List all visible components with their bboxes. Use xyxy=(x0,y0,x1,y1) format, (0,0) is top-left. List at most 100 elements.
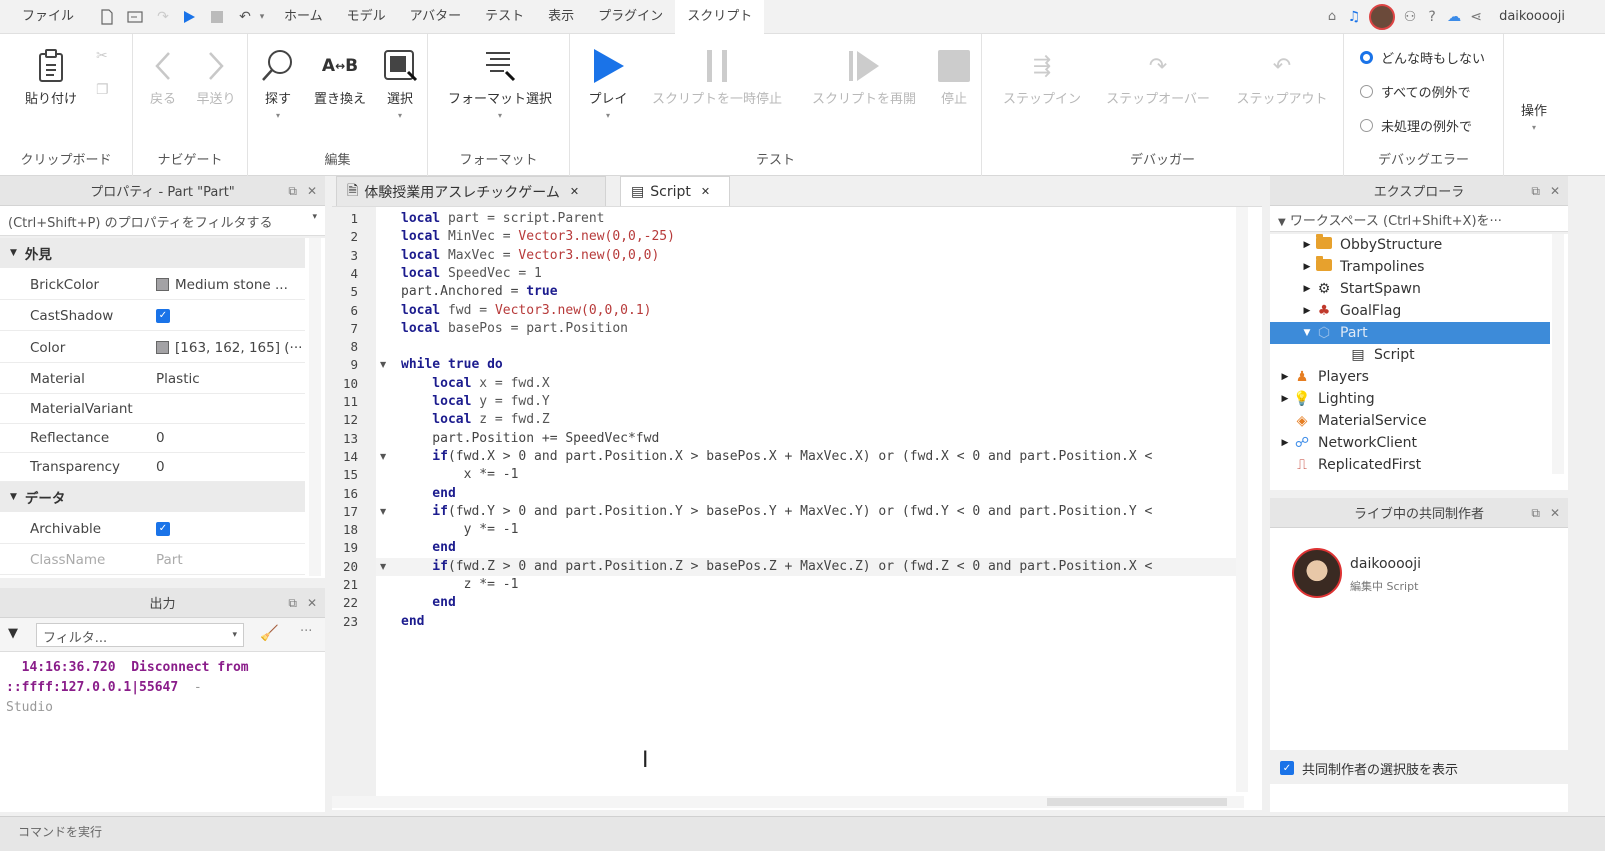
help-icon[interactable]: ? xyxy=(1421,6,1443,28)
close-icon[interactable]: ✕ xyxy=(570,185,579,198)
code-line[interactable]: local MinVec = Vector3.new(0,0,-25) xyxy=(401,228,675,246)
scroll-thumb[interactable] xyxy=(1047,798,1227,806)
editor-hscrollbar[interactable] xyxy=(332,796,1244,808)
fold-icon[interactable]: ▼ xyxy=(380,503,386,521)
code-line[interactable]: local part = script.Parent xyxy=(401,210,605,228)
code-line[interactable]: y *= -1 xyxy=(401,521,519,539)
code-line[interactable]: local z = fwd.Z xyxy=(401,411,549,429)
find-button[interactable]: 探す ▾ xyxy=(258,44,298,120)
cloud-icon[interactable]: ☁ xyxy=(1443,6,1465,28)
close-icon[interactable]: ✕ xyxy=(307,184,317,198)
menu-tab-view[interactable]: 表示 xyxy=(536,0,586,34)
code-line[interactable]: local basePos = part.Position xyxy=(401,320,628,338)
code-line[interactable]: z *= -1 xyxy=(401,576,519,594)
command-bar[interactable]: コマンドを実行 xyxy=(0,816,1605,851)
paste-button[interactable]: 貼り付け xyxy=(18,44,84,107)
radio-unhandled-exceptions[interactable]: 未処理の例外で xyxy=(1360,116,1472,135)
tree-item-obbystructure[interactable]: ▶ ObbyStructure xyxy=(1270,234,1560,256)
tab-script[interactable]: ▤ Script ✕ xyxy=(620,176,730,206)
float-icon[interactable]: ⧉ xyxy=(1531,184,1540,199)
tree-item-script[interactable]: ▤ Script xyxy=(1270,344,1560,366)
code-line[interactable]: if(fwd.X > 0 and part.Position.X > baseP… xyxy=(401,448,1152,466)
back-button[interactable]: 戻る xyxy=(145,44,181,107)
tree-item-networkclient[interactable]: ▶ ☍ NetworkClient xyxy=(1270,432,1560,454)
menu-tab-model[interactable]: モデル xyxy=(335,0,398,34)
code-line[interactable]: x *= -1 xyxy=(401,466,519,484)
code-line[interactable]: end xyxy=(401,594,456,612)
menu-tab-test[interactable]: テスト xyxy=(473,0,536,34)
replace-button[interactable]: A ↔ B 置き換え xyxy=(308,44,372,107)
pause-script-button[interactable]: スクリプトを一時停止 xyxy=(642,44,792,107)
menu-tab-home[interactable]: ホーム xyxy=(272,0,335,34)
prop-row-materialvariant[interactable]: MaterialVariant xyxy=(0,394,305,424)
checkbox-checked-icon[interactable]: ✓ xyxy=(156,521,170,536)
checkbox-checked-icon[interactable]: ✓ xyxy=(156,308,170,323)
undo-icon[interactable]: ↶ xyxy=(234,6,256,28)
show-selection-toggle[interactable]: ✓ 共同制作者の選択肢を表示 xyxy=(1270,752,1568,784)
float-icon[interactable]: ⧉ xyxy=(288,596,297,611)
code-line[interactable]: end xyxy=(401,485,456,503)
output-filter-input[interactable]: フィルタ... ▾ xyxy=(36,623,244,647)
code-line[interactable]: while true do xyxy=(401,356,503,374)
team-icon[interactable]: ⚇ xyxy=(1399,6,1421,28)
play-button[interactable]: プレイ ▾ xyxy=(582,44,634,120)
step-in-button[interactable]: ⇶ ステップイン xyxy=(994,44,1090,108)
stop-quick-icon[interactable] xyxy=(206,6,228,28)
close-icon[interactable]: ✕ xyxy=(701,185,710,198)
play-quick-icon[interactable] xyxy=(178,6,200,28)
section-appearance[interactable]: ▼ 外見 xyxy=(0,238,305,268)
section-data[interactable]: ▼ データ xyxy=(0,482,305,512)
tree-item-players[interactable]: ▶ ♟ Players xyxy=(1270,366,1560,388)
close-icon[interactable]: ✕ xyxy=(1550,184,1560,198)
home-icon[interactable]: ⌂ xyxy=(1321,6,1343,28)
notification-icon[interactable]: ♫ xyxy=(1343,6,1365,28)
menu-tab-avatar[interactable]: アバター xyxy=(398,0,473,34)
explorer-scrollbar[interactable] xyxy=(1552,234,1564,474)
tree-item-replicatedfirst[interactable]: ⎍ ReplicatedFirst xyxy=(1270,454,1560,476)
collaborator-avatar[interactable] xyxy=(1292,548,1342,598)
properties-filter[interactable]: (Ctrl+Shift+P) のプロパティをフィルタする ▾ xyxy=(0,206,325,236)
prop-row-material[interactable]: Material Plastic xyxy=(0,364,305,394)
tree-item-materialservice[interactable]: ◈ MaterialService xyxy=(1270,410,1560,432)
menu-file[interactable]: ファイル xyxy=(0,0,86,34)
menu-tab-plugins[interactable]: プラグイン xyxy=(586,0,675,34)
float-icon[interactable]: ⧉ xyxy=(1531,506,1540,521)
fold-icon[interactable]: ▼ xyxy=(380,558,386,576)
code-line[interactable]: part.Position += SpeedVec*fwd xyxy=(401,430,659,448)
code-line[interactable]: end xyxy=(401,539,456,557)
step-out-button[interactable]: ↶ ステップアウト xyxy=(1228,44,1336,108)
select-button[interactable]: 選択 ▾ xyxy=(380,44,420,120)
explorer-filter[interactable]: ▼ ワークスペース (Ctrl+Shift+X)を··· xyxy=(1270,206,1568,232)
tree-item-part[interactable]: ▼ ⬡ Part xyxy=(1270,322,1550,344)
avatar-small[interactable] xyxy=(1369,3,1396,30)
code-line[interactable]: local x = fwd.X xyxy=(401,375,549,393)
dropdown-icon[interactable]: ▾ xyxy=(256,6,268,28)
code-line[interactable]: local SpeedVec = 1 xyxy=(401,265,542,283)
prop-row-color[interactable]: Color [163, 162, 165] (··· xyxy=(0,333,305,363)
step-over-button[interactable]: ↷ ステップオーバー xyxy=(1098,44,1218,108)
resume-script-button[interactable]: スクリプトを再開 xyxy=(802,44,926,107)
prop-row-castshadow[interactable]: CastShadow ✓ xyxy=(0,301,305,331)
code-line[interactable]: local y = fwd.Y xyxy=(401,393,549,411)
editor-vscrollbar[interactable] xyxy=(1236,207,1248,792)
code-line[interactable]: local MaxVec = Vector3.new(0,0,0) xyxy=(401,247,659,265)
code-line[interactable]: local fwd = Vector3.new(0,0,0.1) xyxy=(401,302,651,320)
more-icon[interactable]: ··· xyxy=(300,624,312,639)
code-line[interactable]: end xyxy=(401,613,424,631)
prop-row-archivable[interactable]: Archivable ✓ xyxy=(0,514,305,544)
prop-row-brickcolor[interactable]: BrickColor Medium stone ... xyxy=(0,270,305,300)
menu-tab-script[interactable]: スクリプト xyxy=(675,0,765,34)
filter-icon[interactable]: ▼ xyxy=(8,626,18,641)
open-file-icon[interactable] xyxy=(124,6,146,28)
code-line[interactable]: part.Anchored = true xyxy=(401,283,558,301)
fold-icon[interactable]: ▼ xyxy=(380,356,386,374)
new-file-icon[interactable] xyxy=(96,6,118,28)
tree-item-goalflag[interactable]: ▶ ♣ GoalFlag xyxy=(1270,300,1560,322)
format-selection-button[interactable]: フォーマット選択 ▾ xyxy=(438,44,562,120)
float-icon[interactable]: ⧉ xyxy=(288,184,297,199)
cut-icon[interactable]: ✂ xyxy=(96,48,108,64)
prop-row-transparency[interactable]: Transparency 0 xyxy=(0,452,305,482)
properties-scrollbar[interactable] xyxy=(309,238,321,576)
code-editor[interactable]: 1 2 3 4 5 6 7 8 9 10 11 12 13 14 15 16 17 18 19 20 21 22 23 ▼ ▼… xyxy=(332,206,1262,810)
username[interactable]: daikooooji xyxy=(1487,0,1605,34)
